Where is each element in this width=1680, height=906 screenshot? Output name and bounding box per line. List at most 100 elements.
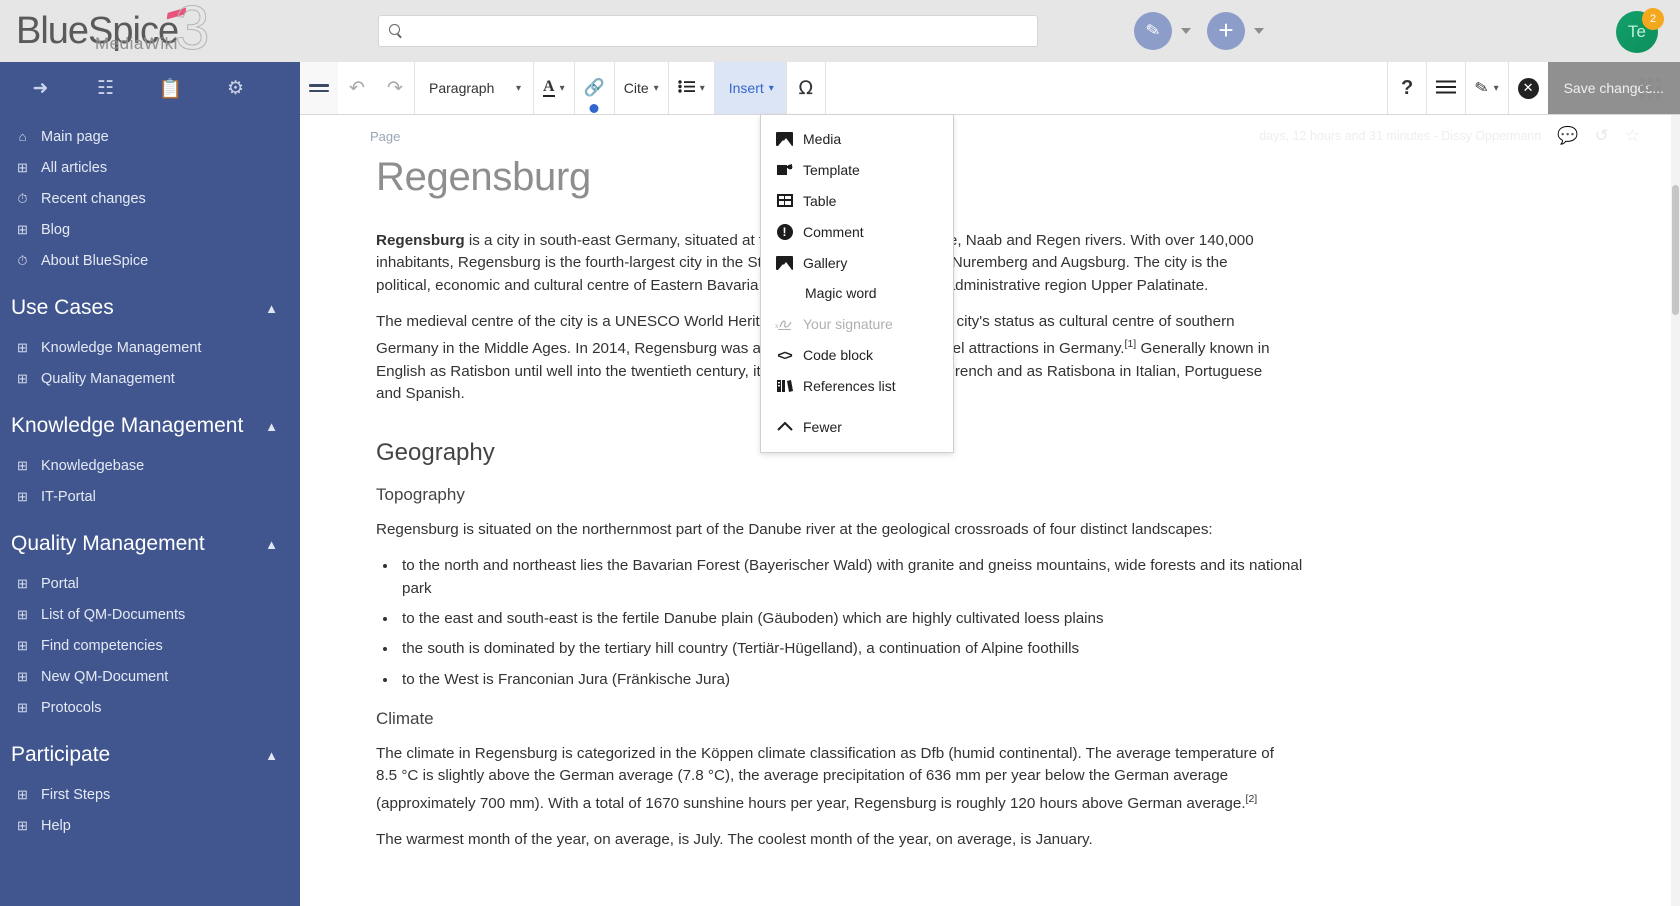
sidebar-item-knowledgebase[interactable]: ⊞ Knowledgebase (0, 450, 300, 481)
page-options-button[interactable] (1427, 62, 1466, 114)
chevron-up-icon[interactable]: ▲ (265, 301, 278, 316)
insert-link-button[interactable]: 🔗 (574, 62, 614, 114)
cancel-edit-button[interactable]: ✕ (1508, 62, 1548, 114)
search-box[interactable] (378, 15, 1038, 47)
breadcrumb[interactable]: Page (370, 129, 400, 144)
menu-item-references-list[interactable]: References list (761, 370, 953, 401)
sidebar-item-list-of-qm-documents[interactable]: ⊞ List of QM-Documents (0, 599, 300, 630)
list-dropdown[interactable]: ▾ (668, 62, 714, 114)
edit-action-chevron-down-icon[interactable] (1181, 28, 1191, 34)
sidebar-item-new-qm-document[interactable]: ⊞ New QM-Document (0, 661, 300, 692)
sidebar-item-quality-management[interactable]: ⊞ Quality Management (0, 363, 300, 394)
insert-dropdown[interactable]: Insert ▾ (714, 62, 786, 114)
chevron-up-icon (775, 418, 794, 435)
document-icon: ⊞ (17, 817, 28, 833)
chevron-up-icon[interactable]: ▲ (265, 748, 278, 763)
menu-item-comment[interactable]: ! Comment (761, 216, 953, 247)
menu-item-gallery[interactable]: Gallery (761, 247, 953, 278)
chevron-up-icon[interactable]: ▲ (265, 537, 278, 552)
menu-item-template[interactable]: Template (761, 154, 953, 185)
menu-item-label: Your signature (803, 315, 893, 332)
sidebar-section-knowledge-management[interactable]: Knowledge Management ▲ (0, 394, 300, 448)
sidebar-item-protocols[interactable]: ⊞ Protocols (0, 692, 300, 723)
menu-item-code-block[interactable]: <> Code block (761, 339, 953, 370)
clock-icon: ⏱ (17, 190, 28, 206)
reference-2[interactable]: [2] (1246, 793, 1258, 805)
sidebar-item-find-competencies[interactable]: ⊞ Find competencies (0, 630, 300, 661)
rocket-icon[interactable]: ➜ (8, 62, 73, 115)
special-character-button[interactable]: Ω (786, 62, 825, 114)
sidebar-item-help[interactable]: ⊞ Help (0, 810, 300, 841)
menu-item-label: Magic word (805, 285, 877, 301)
options-icon-svg (1436, 80, 1457, 93)
edit-mode-dropdown[interactable]: ✎ ▾ (1466, 62, 1508, 114)
search-input[interactable] (411, 23, 1027, 39)
sidebar-item-about-bluespice[interactable]: ⏱ About BlueSpice (0, 245, 300, 276)
add-action-chevron-down-icon[interactable] (1254, 28, 1264, 34)
menu-item-table[interactable]: Table (761, 185, 953, 216)
menu-item-magic-word[interactable]: Magic word (761, 278, 953, 308)
sidebar-item-label: Quality Management (41, 370, 175, 387)
reference-1[interactable]: [1] (1125, 338, 1137, 350)
star-icon[interactable]: ☆ (1625, 126, 1640, 146)
apps-grid-icon (1639, 78, 1661, 99)
toolbar-text-style-group: A ▾ (533, 62, 574, 114)
article-body[interactable]: Regensburg Regensburg is a city in south… (300, 149, 1680, 851)
paragraph-style-dropdown[interactable]: Paragraph ▾ (415, 62, 533, 114)
sidebar-item-label: All articles (41, 159, 108, 176)
sidebar-item-recent-changes[interactable]: ⏱ Recent changes (0, 183, 300, 214)
discussion-icon[interactable]: 💬 (1557, 126, 1578, 146)
toolbar-cancel-group: ✕ (1507, 62, 1548, 114)
redo-button[interactable]: ↷ (376, 62, 414, 114)
vertical-scrollbar[interactable] (1671, 115, 1680, 906)
user-avatar-wrap[interactable]: Te 2 (1616, 8, 1664, 53)
text-style-dropdown[interactable]: A ▾ (534, 62, 574, 114)
sidebar-item-main-page[interactable]: ⌂ Main page (0, 121, 300, 152)
sidebar-section-title: Quality Management (11, 532, 205, 555)
logo-version: 3 (174, 0, 210, 63)
sidebar-section-title: Participate (11, 743, 111, 766)
scrollbar-thumb[interactable] (1672, 185, 1679, 315)
page-info-actions: days, 12 hours and 31 minutes - Dissy Op… (1259, 126, 1640, 146)
sidebar-item-blog[interactable]: ⊞ Blog (0, 214, 300, 245)
pencil-icon: ✎ (1144, 19, 1162, 42)
cite-dropdown[interactable]: Cite ▾ (614, 62, 668, 114)
history-icon[interactable]: ↺ (1595, 126, 1609, 146)
toolbar-menu-button[interactable] (300, 62, 338, 114)
sidebar-item-portal[interactable]: ⊞ Portal (0, 568, 300, 599)
question-mark-icon: ? (1401, 76, 1414, 99)
media-icon (775, 130, 794, 147)
chevron-up-icon[interactable]: ▲ (265, 419, 278, 434)
chevron-down-icon: ▾ (699, 82, 705, 94)
page-title: Regensburg (376, 155, 591, 199)
menu-item-label: Gallery (803, 254, 848, 271)
apps-grid-button[interactable] (1620, 62, 1680, 115)
menu-item-your-signature: x Your signature (761, 308, 953, 339)
undo-button[interactable]: ↶ (338, 62, 376, 114)
sidebar-item-first-steps[interactable]: ⊞ First Steps (0, 779, 300, 810)
sidebar-item-all-articles[interactable]: ⊞ All articles (0, 152, 300, 183)
edit-action-button[interactable]: ✎ (1134, 12, 1172, 50)
book-icon[interactable]: ☷ (73, 62, 138, 115)
add-action-button[interactable]: + (1207, 12, 1245, 50)
menu-item-fewer[interactable]: Fewer (761, 411, 953, 442)
sidebar-icon-bar: ➜ ☷ 📋 ⚙ (0, 62, 300, 115)
gear-icon[interactable]: ⚙ (203, 62, 268, 115)
insert-dropdown-menu: Media Template Table ! Comment Gallery M… (760, 115, 954, 453)
help-button[interactable]: ? (1388, 62, 1427, 114)
menu-item-label: Media (803, 130, 842, 147)
menu-item-media[interactable]: Media (761, 123, 953, 154)
sidebar-subitems-knowledge-management: ⊞ Knowledgebase ⊞ IT-Portal (0, 448, 300, 512)
sidebar-section-quality-management[interactable]: Quality Management ▲ (0, 512, 300, 566)
signature-icon: x (775, 315, 794, 332)
chevron-down-icon: ▾ (653, 82, 659, 94)
sidebar-section-use-cases[interactable]: Use Cases ▲ (0, 276, 300, 330)
sidebar-item-label: Blog (41, 221, 71, 238)
app-logo[interactable]: BlueSpice MediaWiki 3 (0, 0, 300, 62)
chevron-down-icon: ▾ (515, 82, 521, 94)
sidebar-item-it-portal[interactable]: ⊞ IT-Portal (0, 481, 300, 512)
toolbar-help-group: ? (1387, 62, 1427, 114)
sidebar-item-knowledge-management[interactable]: ⊞ Knowledge Management (0, 332, 300, 363)
clipboard-icon[interactable]: 📋 (138, 62, 203, 115)
sidebar-section-participate[interactable]: Participate ▲ (0, 723, 300, 777)
